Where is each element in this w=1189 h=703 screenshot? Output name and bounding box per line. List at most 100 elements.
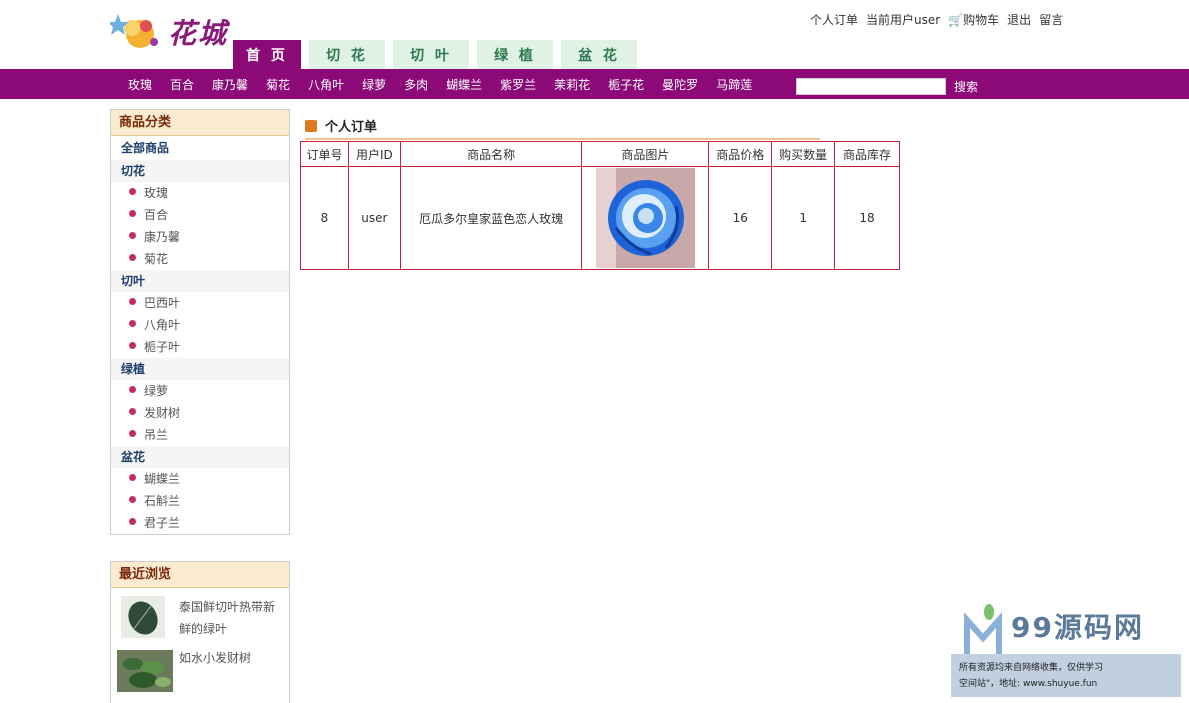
navbar-item[interactable]: 蝴蝶兰 (446, 76, 482, 93)
recent-sidebar: 最近浏览 泰国鲜切叶热带新鲜的绿叶 如水小发财树 (110, 561, 290, 703)
orders-table: 订单号 用户ID 商品名称 商品图片 商品价格 购买数量 商品库存 8 user… (300, 141, 900, 270)
blue-rose-image[interactable] (595, 168, 695, 268)
bullet-icon (129, 210, 136, 217)
leaf-thumbnail (121, 596, 165, 638)
navbar-item[interactable]: 百合 (170, 76, 194, 93)
page-title-text: 个人订单 (325, 120, 378, 135)
category-item[interactable]: 君子兰 (111, 512, 289, 534)
category-item-label: 发财树 (144, 406, 181, 420)
category-item[interactable]: 玫瑰 (111, 182, 289, 204)
watermark: 99源码网 所有资源均来自网络收集，仅供学习 空间站"，地址: www.shuy… (951, 604, 1181, 699)
tab-green-plants[interactable]: 绿 植 (477, 40, 553, 69)
cell-quantity: 1 (771, 166, 836, 270)
category-item-label: 吊兰 (144, 428, 169, 442)
bullet-icon (129, 430, 136, 437)
category-item[interactable]: 绿萝 (111, 380, 289, 402)
message-link[interactable]: 留言 (1039, 11, 1063, 28)
navbar-item[interactable]: 菊花 (266, 76, 290, 93)
tab-cut-leaves[interactable]: 切 叶 (393, 40, 469, 69)
bullet-icon (129, 188, 136, 195)
cell-price: 16 (708, 166, 773, 270)
category-item[interactable]: 发财树 (111, 402, 289, 424)
category-item[interactable]: 栀子叶 (111, 336, 289, 358)
navbar-item[interactable]: 马蹄莲 (716, 76, 752, 93)
category-item-label: 康乃馨 (144, 230, 181, 244)
tab-cut-flowers[interactable]: 切 花 (309, 40, 385, 69)
navbar-item[interactable]: 茉莉花 (554, 76, 590, 93)
navbar-item[interactable]: 栀子花 (608, 76, 644, 93)
bullet-icon (129, 496, 136, 503)
category-item-label: 百合 (144, 208, 169, 222)
category-group-title[interactable]: 绿植 (111, 358, 289, 380)
category-item[interactable]: 巴西叶 (111, 292, 289, 314)
tab-potted-flowers[interactable]: 盆 花 (561, 40, 637, 69)
category-item-label: 八角叶 (144, 318, 181, 332)
category-item-label: 巴西叶 (144, 296, 181, 310)
category-item-label: 蝴蝶兰 (144, 472, 181, 486)
search-button[interactable]: 搜索 (954, 78, 978, 95)
category-group-title[interactable]: 盆花 (111, 446, 289, 468)
bullet-icon (129, 298, 136, 305)
watermark-logo-icon (964, 604, 1002, 654)
category-item[interactable]: 菊花 (111, 248, 289, 270)
tab-home[interactable]: 首 页 (233, 40, 301, 69)
cell-stock: 18 (834, 166, 900, 270)
plant-thumbnail (117, 650, 173, 692)
top-links: 个人订单 当前用户user 🛒购物车 退出 留言 (810, 11, 1063, 28)
bullet-icon (129, 386, 136, 393)
cell-user-id: user (347, 166, 401, 270)
bullet-icon (129, 342, 136, 349)
navbar-item[interactable]: 康乃馨 (212, 76, 248, 93)
col-product-image: 商品图片 (581, 141, 710, 167)
recent-item-label: 泰国鲜切叶热带新鲜的绿叶 (179, 600, 276, 636)
category-item[interactable]: 康乃馨 (111, 226, 289, 248)
category-item-label: 绿萝 (144, 384, 169, 398)
category-item[interactable]: 百合 (111, 204, 289, 226)
search-input[interactable] (796, 78, 946, 95)
category-item[interactable]: 吊兰 (111, 424, 289, 446)
cart-icon: 🛒 (948, 13, 964, 27)
category-item-label: 栀子叶 (144, 340, 181, 354)
category-item[interactable]: 八角叶 (111, 314, 289, 336)
bullet-icon (129, 474, 136, 481)
table-row: 8 user 厄瓜多尔皇家蓝色恋人玫瑰 16 1 18 (300, 166, 900, 270)
category-group-title[interactable]: 切花 (111, 160, 289, 182)
col-price: 商品价格 (708, 141, 773, 167)
watermark-line-1: 所有资源均来自网络收集，仅供学习 (959, 663, 1104, 673)
category-group-title[interactable]: 切叶 (111, 270, 289, 292)
navbar-item[interactable]: 八角叶 (308, 76, 344, 93)
bullet-icon (129, 254, 136, 261)
col-order-id: 订单号 (300, 141, 349, 167)
all-products-link[interactable]: 全部商品 (111, 136, 289, 160)
navbar-item[interactable]: 紫罗兰 (500, 76, 536, 93)
category-title: 商品分类 (111, 110, 289, 136)
recent-title: 最近浏览 (111, 562, 289, 588)
logout-link[interactable]: 退出 (1007, 11, 1031, 28)
category-item-label: 玫瑰 (144, 186, 169, 200)
recent-item[interactable]: 泰国鲜切叶热带新鲜的绿叶 (111, 588, 289, 646)
col-stock: 商品库存 (834, 141, 900, 167)
bullet-icon (129, 232, 136, 239)
order-icon (305, 119, 317, 132)
main-tabs: 首 页 切 花 切 叶 绿 植 盆 花 (233, 40, 637, 69)
category-item-label: 菊花 (144, 252, 169, 266)
watermark-brand: 99源码网 (1011, 611, 1144, 644)
navbar-item[interactable]: 绿萝 (362, 76, 386, 93)
table-header-row: 订单号 用户ID 商品名称 商品图片 商品价格 购买数量 商品库存 (300, 141, 900, 167)
recent-item[interactable]: 如水小发财树 (111, 646, 289, 698)
category-navbar: 玫瑰 百合 康乃馨 菊花 八角叶 绿萝 多肉 蝴蝶兰 紫罗兰 茉莉花 栀子花 曼陀罗 马蹄莲 搜索 (0, 69, 1189, 99)
my-orders-link[interactable]: 个人订单 (810, 11, 858, 28)
site-logo[interactable]: 花城 (107, 8, 235, 54)
category-item[interactable]: 石斛兰 (111, 490, 289, 512)
navbar-item[interactable]: 多肉 (404, 76, 428, 93)
cell-product-image (581, 166, 710, 270)
watermark-footer: 所有资源均来自网络收集，仅供学习 空间站"，地址: www.shuyue.fun (951, 654, 1181, 697)
bullet-icon (129, 518, 136, 525)
cart-link[interactable]: 🛒购物车 (948, 11, 999, 28)
recent-item-label: 如水小发财树 (179, 651, 252, 665)
navbar-item[interactable]: 曼陀罗 (662, 76, 698, 93)
navbar-item[interactable]: 玫瑰 (128, 76, 152, 93)
title-divider (305, 138, 820, 140)
cell-product-name: 厄瓜多尔皇家蓝色恋人玫瑰 (399, 166, 583, 270)
category-item[interactable]: 蝴蝶兰 (111, 468, 289, 490)
